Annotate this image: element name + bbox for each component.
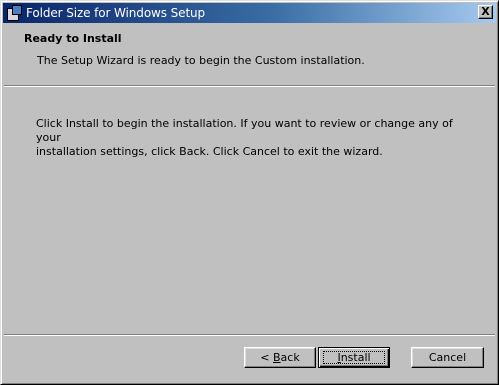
page-title: Ready to Install	[24, 32, 122, 45]
cancel-button[interactable]: Cancel	[411, 347, 484, 368]
title-bar[interactable]: Folder Size for Windows Setup X	[3, 3, 496, 23]
back-button-label: ack	[280, 351, 300, 364]
focus-rectangle	[323, 351, 385, 364]
close-icon: X	[481, 5, 490, 18]
close-button[interactable]: X	[478, 5, 493, 19]
instructions-line-1: Click Install to begin the installation.…	[36, 117, 453, 144]
header-banner: Ready to Install The Setup Wizard is rea…	[4, 24, 495, 85]
window-title: Folder Size for Windows Setup	[26, 6, 206, 20]
footer-divider	[4, 334, 495, 336]
back-button[interactable]: < Back	[244, 347, 316, 368]
back-button-mnemonic: B	[273, 351, 281, 364]
setup-wizard-window: Folder Size for Windows Setup X Ready to…	[0, 0, 499, 385]
page-description: The Setup Wizard is ready to begin the C…	[37, 54, 365, 67]
header-divider	[4, 85, 495, 87]
instructions-line-2: installation settings, click Back. Click…	[36, 145, 383, 158]
back-button-prefix: <	[260, 351, 273, 364]
install-button[interactable]: Install	[318, 347, 390, 368]
setup-app-icon	[6, 5, 22, 21]
instructions-text: Click Install to begin the installation.…	[36, 117, 456, 159]
